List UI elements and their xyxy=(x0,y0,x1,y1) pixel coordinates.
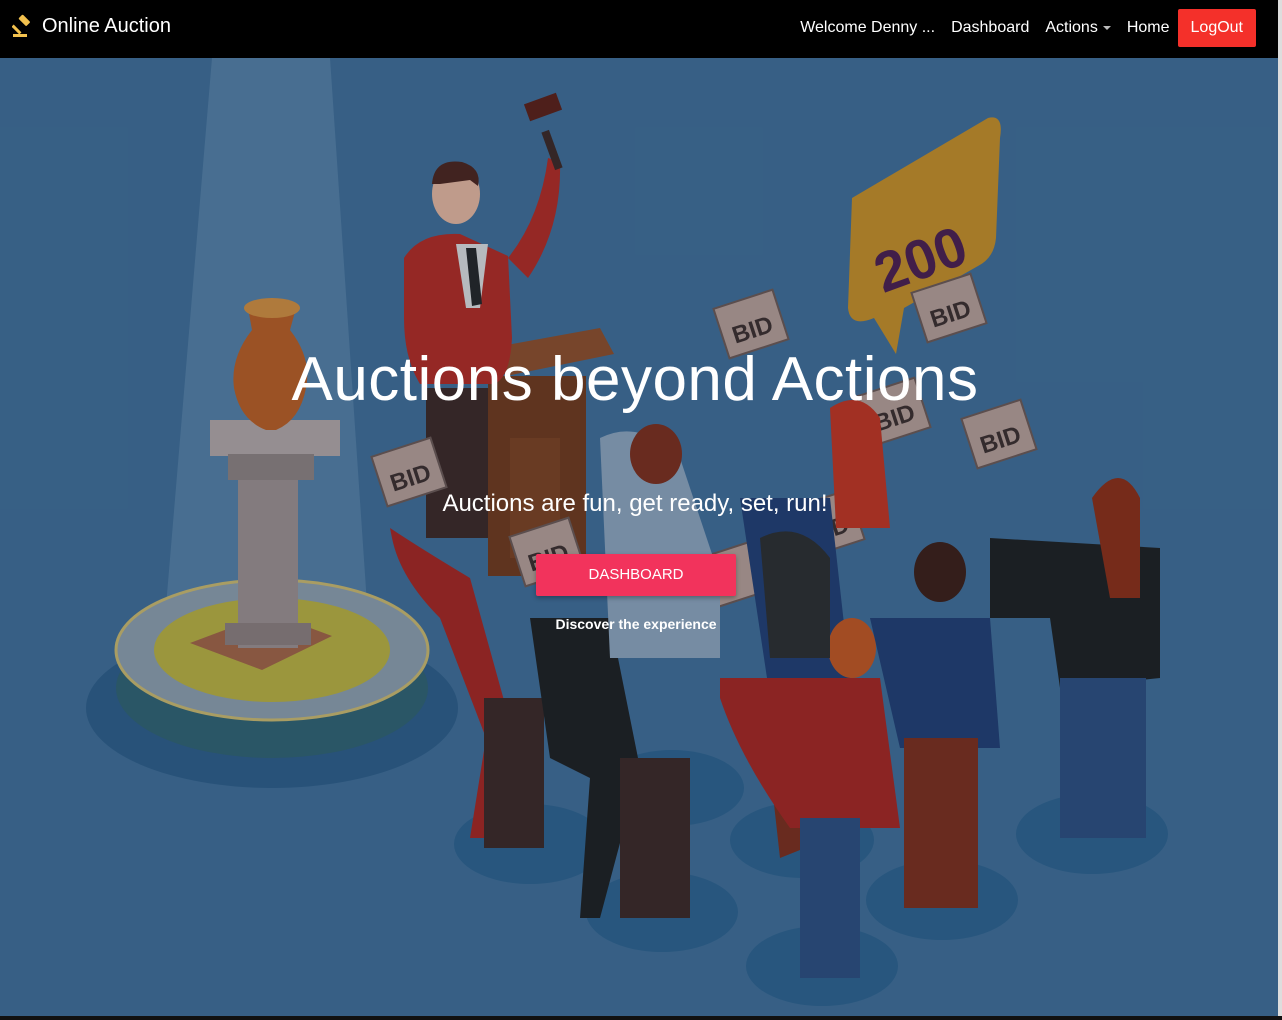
welcome-user-link[interactable]: Welcome Denny ... xyxy=(792,9,943,47)
nav-links: Welcome Denny ... Dashboard Actions Home… xyxy=(792,9,1256,47)
nav-dashboard-link[interactable]: Dashboard xyxy=(943,9,1037,47)
hero-overlay xyxy=(0,58,1278,1016)
nav-home-link[interactable]: Home xyxy=(1119,9,1178,47)
dashboard-cta-button[interactable]: DASHBOARD xyxy=(536,554,736,596)
hero-section: 200 BID BID BID BID BID BID BID xyxy=(0,58,1278,1016)
caret-down-icon xyxy=(1102,25,1111,30)
brand-title: Online Auction xyxy=(42,14,171,37)
hero-title: Auctions beyond Actions xyxy=(291,345,979,414)
nav-actions-label: Actions xyxy=(1045,19,1098,36)
bottom-edge xyxy=(0,1016,1282,1020)
hero-subtitle: Auctions are fun, get ready, set, run! xyxy=(442,490,828,517)
logout-button[interactable]: LogOut xyxy=(1177,9,1256,47)
nav-actions-dropdown[interactable]: Actions xyxy=(1037,9,1118,47)
cta-caption: Discover the experience xyxy=(555,616,717,632)
gavel-icon xyxy=(12,14,30,37)
page-scrollbar[interactable] xyxy=(1278,0,1282,1020)
brand-link[interactable]: Online Auction xyxy=(12,14,171,38)
top-navbar: Online Auction Welcome Denny ... Dashboa… xyxy=(0,0,1278,58)
